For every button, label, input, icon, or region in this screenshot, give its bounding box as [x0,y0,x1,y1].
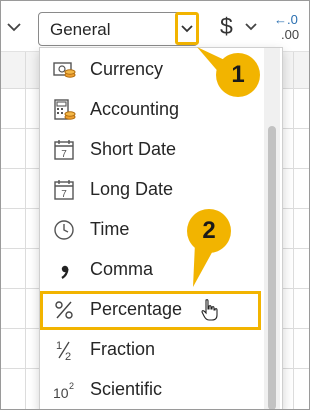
decimal-arrow-icon: ←.0 [274,12,298,27]
calendar-icon: 7 [54,180,74,200]
decimal-places-icon: .00 [281,27,300,42]
chevron-down-icon[interactable] [244,21,258,33]
accounting-format-button[interactable]: $ [220,13,233,40]
menu-item-comma[interactable]: Comma [40,250,262,290]
menu-item-label: Short Date [90,139,177,159]
menu-item-label: Long Date [90,179,174,199]
svg-text:2: 2 [69,381,74,391]
callout-step-1: 1 [216,53,260,97]
percent-icon [55,301,73,319]
menu-item-fraction[interactable]: 1 2 Fraction [40,330,262,370]
menu-item-long-date[interactable]: 7 Long Date [40,170,262,210]
menu-item-label: Time [90,219,130,239]
chevron-down-icon[interactable] [5,19,23,35]
calendar-icon: 7 [54,140,74,160]
fraction-icon: 1 2 [56,340,71,362]
menu-item-percentage[interactable]: Percentage [40,290,262,330]
callout-step-2: 2 [187,209,231,253]
chevron-down-icon [181,25,193,33]
menu-item-accounting[interactable]: Accounting [40,90,262,130]
clock-icon [54,220,74,240]
svg-text:1: 1 [56,340,62,352]
grid-col-line [25,52,26,409]
svg-text:10: 10 [53,385,69,401]
scientific-icon: 10 2 [53,381,74,401]
number-format-value: General [50,20,111,39]
hand-cursor-icon [201,299,218,321]
menu-item-label: Accounting [90,99,180,119]
currency-icon [53,62,76,78]
menu-item-label: Comma [90,259,154,279]
menu-item-label: Percentage [90,299,183,319]
comma-icon [61,265,69,279]
svg-text:2: 2 [65,351,71,362]
menu-item-label: Scientific [90,379,163,399]
number-format-combobox[interactable]: General [38,12,198,46]
screenshot-frame: General $ ←.0 .00 Currency Accounting 7 … [0,0,310,410]
accounting-icon [54,99,76,120]
menu-item-label: Fraction [90,339,156,359]
number-format-menu: Currency Accounting 7 Short Date 7 Long … [39,47,283,409]
menu-item-short-date[interactable]: 7 Short Date [40,130,262,170]
number-format-dropdown-button[interactable] [175,12,199,45]
menu-item-scientific[interactable]: 10 2 Scientific [40,370,262,409]
svg-text:7: 7 [61,149,67,160]
home-ribbon: General $ ←.0 .00 [1,1,309,52]
svg-text:7: 7 [61,189,67,200]
grid-col-line [293,52,294,409]
menu-scrollbar-thumb[interactable] [268,126,276,409]
decrease-decimal-button[interactable]: ←.0 .00 [272,12,306,44]
menu-item-label: Currency [90,59,164,79]
